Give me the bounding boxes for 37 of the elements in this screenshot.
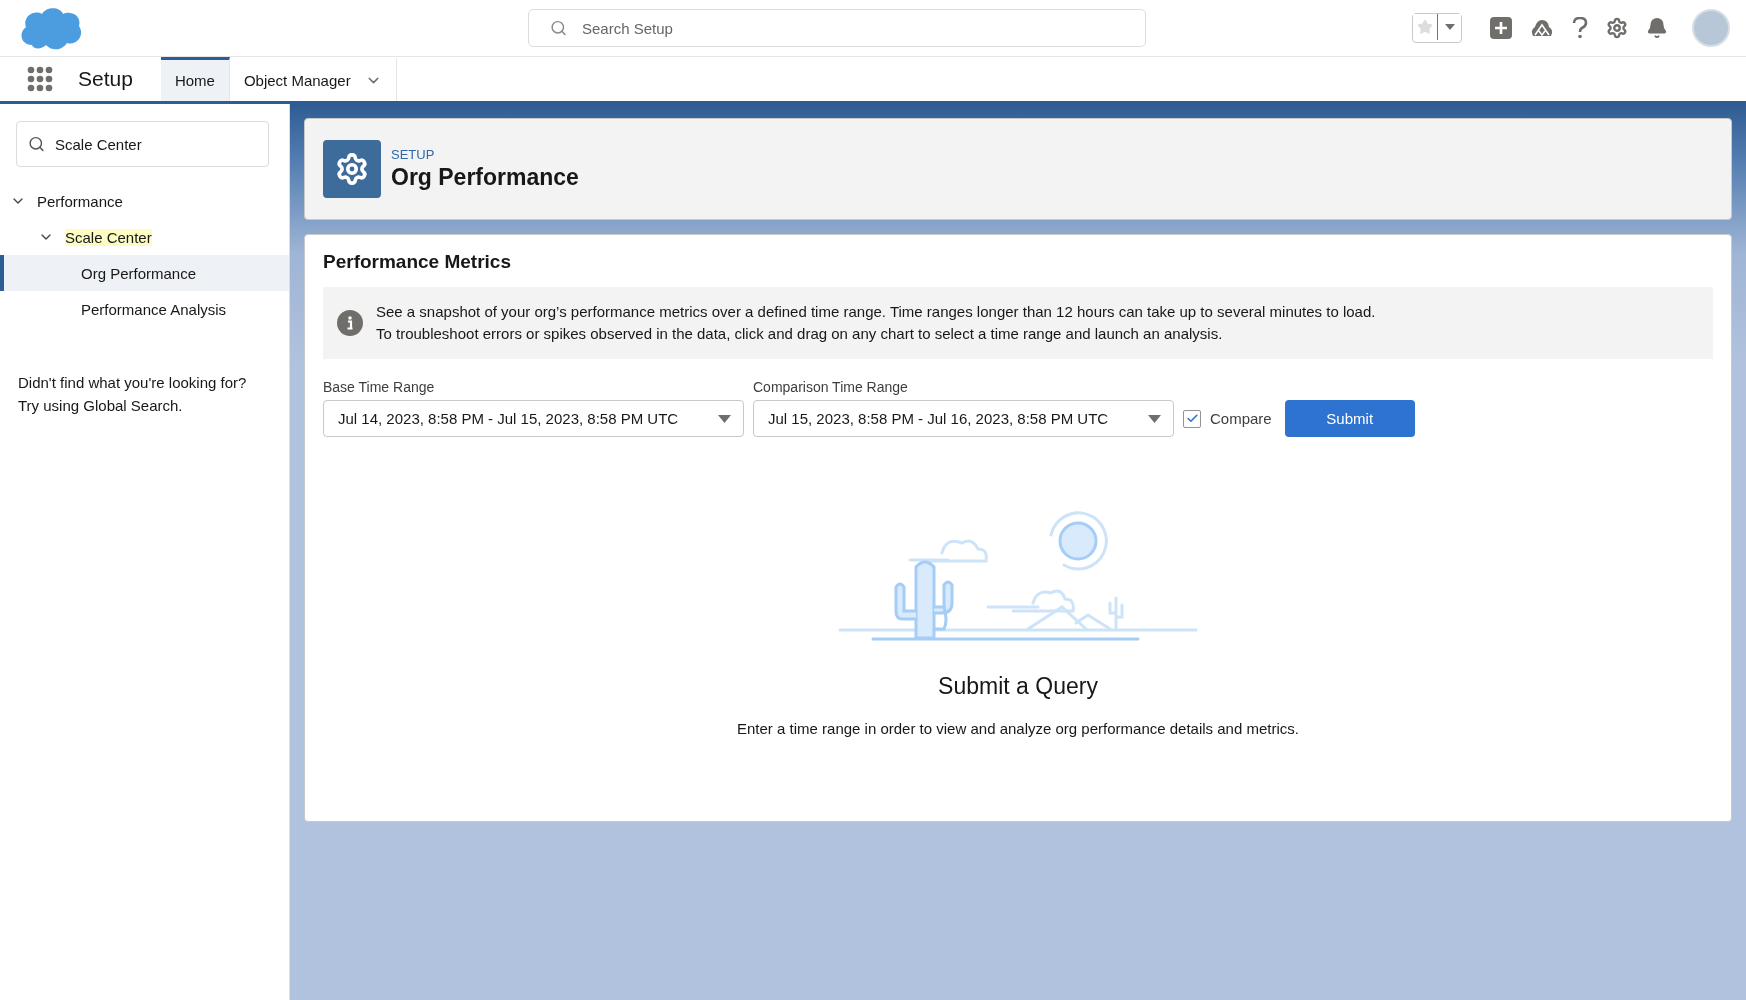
add-icon[interactable] [1488, 15, 1514, 41]
card-title: Performance Metrics [323, 251, 512, 273]
compare-checkbox[interactable] [1183, 409, 1201, 428]
time-range-dropdown[interactable]: Jul 14, 2023, 8:58 PM - Jul 15, 2023, 8:58 PM UTC [323, 400, 744, 437]
caret-icon [1444, 24, 1455, 30]
tree-item-link[interactable]: Scale Center [65, 228, 152, 246]
info-text: See a snapshot of your org’s performance metrics over a defined time range. Time ranges longer than 12 hours can take up to several minutes to load. [376, 302, 1376, 322]
help-icon[interactable] [1570, 15, 1590, 41]
app-launcher-icon [27, 66, 53, 92]
page-title: Org Performance [391, 164, 579, 191]
search-icon [28, 135, 45, 153]
star-icon [1417, 19, 1433, 35]
caret-icon [718, 414, 731, 423]
search-icon [550, 19, 567, 37]
tree-item-link[interactable]: Org Performance [81, 264, 197, 282]
help-text: Didn't find what you're looking for? Try using Global Search. [18, 373, 248, 416]
info-text: To troubleshoot errors or spikes observed in the data, click and drag on any chart to select a time range and launch an analysis. [376, 324, 1224, 344]
gear-icon [323, 140, 381, 198]
checkmark-icon [1185, 412, 1199, 425]
global-search-field[interactable]: Search Setup [528, 9, 1146, 47]
info-icon [337, 310, 363, 336]
checkbox-label: Compare [1210, 410, 1272, 427]
empty-state-message: Enter a time range in order to view and analyze org performance details and metrics. [737, 720, 1299, 737]
cloud-logo [18, 5, 84, 51]
nav-tab[interactable]: Home [160, 57, 230, 101]
quick-find-field[interactable]: Scale Center [16, 121, 269, 167]
tree-item-link[interactable]: Performance [37, 192, 123, 210]
tree-item-link[interactable]: Performance Analysis [81, 300, 227, 318]
app-name: Setup [77, 66, 134, 92]
field-label: Base Time Range [323, 379, 436, 395]
field-label: Comparison Time Range [753, 379, 909, 395]
submit-button[interactable]: Submit [1284, 400, 1415, 437]
empty-state-title: Submit a Query [938, 673, 1098, 700]
time-range-dropdown[interactable]: Jul 15, 2023, 8:58 PM - Jul 16, 2023, 8:58 PM UTC [753, 400, 1174, 437]
page-eyebrow: SETUP [391, 147, 436, 162]
caret-icon [1148, 414, 1161, 423]
favorites-menu-button[interactable] [1437, 14, 1461, 40]
